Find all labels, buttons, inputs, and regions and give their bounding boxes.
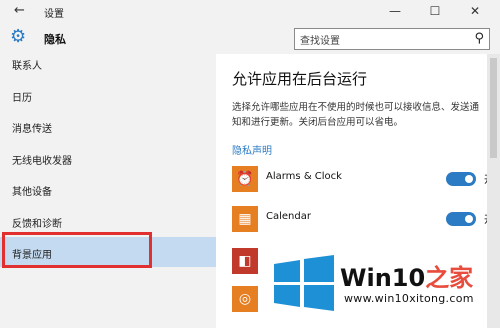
- search-placeholder: 查找设置: [300, 36, 340, 47]
- sidebar-item-calendar[interactable]: 日历: [0, 80, 216, 110]
- scrollbar[interactable]: [487, 54, 500, 328]
- office-icon: ◧: [232, 248, 258, 274]
- toggle-knob: [465, 215, 473, 223]
- app-name: Calendar: [266, 211, 311, 222]
- watermark-brand-suffix: 之家: [425, 264, 474, 292]
- sidebar-item-label: 其他设备: [12, 187, 52, 198]
- title-bar: ← 设置 — ☐ ✕: [0, 0, 500, 24]
- sidebar-item-radios[interactable]: 无线电收发器: [0, 143, 216, 173]
- maximize-button[interactable]: ☐: [424, 2, 446, 20]
- calendar-icon: ▦: [232, 206, 258, 232]
- app-row-calendar: ▦ Calendar 开: [232, 206, 496, 236]
- toggle-knob: [465, 175, 473, 183]
- search-input[interactable]: 查找设置 ⚲: [294, 28, 490, 50]
- sidebar-item-other-devices[interactable]: 其他设备: [0, 174, 216, 204]
- page-description: 选择允许哪些应用在不使用的时候也可以接收信息、发送通知和进行更新。关闭后台应用可…: [232, 102, 480, 128]
- background-toggle-alarms[interactable]: [446, 172, 476, 186]
- alarm-clock-icon: ⏰: [232, 166, 258, 192]
- page-title: 允许应用在后台运行: [232, 70, 368, 88]
- window-title: 设置: [44, 9, 64, 20]
- privacy-statement-link[interactable]: 隐私声明: [232, 142, 272, 157]
- scroll-thumb[interactable]: [490, 58, 497, 158]
- watermark-url: www.win10xitong.com: [344, 292, 474, 305]
- watermark-brand-prefix: Win10: [340, 264, 426, 292]
- app-row-alarms: ⏰ Alarms & Clock 开: [232, 166, 496, 196]
- sidebar: 联系人 日历 消息传送 无线电收发器 其他设备 反馈和诊断 背景应用: [0, 54, 216, 328]
- back-arrow-icon[interactable]: ←: [14, 3, 25, 18]
- section-title: 隐私: [44, 33, 66, 46]
- sidebar-item-label: 无线电收发器: [12, 156, 72, 167]
- sidebar-item-messaging[interactable]: 消息传送: [0, 111, 216, 141]
- sidebar-item-label: 日历: [12, 93, 32, 104]
- sidebar-item-contacts[interactable]: 联系人: [0, 48, 216, 78]
- red-highlight-box: [2, 232, 152, 268]
- minimize-button[interactable]: —: [384, 2, 406, 20]
- groove-music-icon: ◎: [232, 286, 258, 312]
- search-icon[interactable]: ⚲: [474, 31, 484, 46]
- background-toggle-calendar[interactable]: [446, 212, 476, 226]
- sidebar-item-label: 反馈和诊断: [12, 219, 62, 230]
- sidebar-item-label: 消息传送: [12, 124, 52, 135]
- watermark-brand: Win10之家: [340, 258, 473, 293]
- sidebar-item-label: 联系人: [12, 61, 42, 72]
- close-button[interactable]: ✕: [464, 2, 486, 20]
- windows-logo-icon: [274, 255, 334, 311]
- gear-icon: ⚙: [10, 26, 27, 47]
- app-name: Alarms & Clock: [266, 171, 342, 182]
